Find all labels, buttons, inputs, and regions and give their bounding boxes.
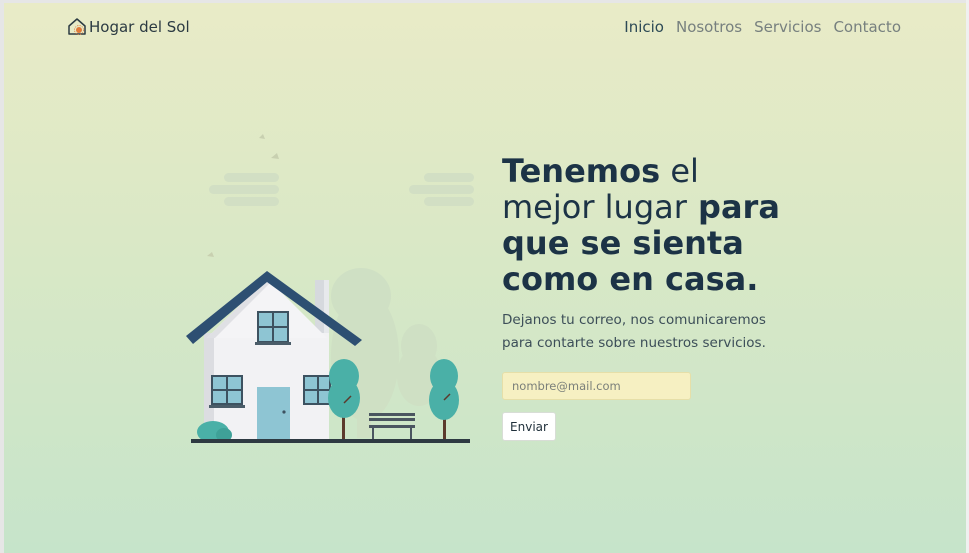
page: Hogar del Sol Inicio Nosotros Servicios … <box>4 3 966 553</box>
nav-item-contacto[interactable]: Contacto <box>833 18 901 36</box>
nav-item-servicios[interactable]: Servicios <box>754 18 821 36</box>
brand-logo[interactable]: Hogar del Sol <box>67 17 190 37</box>
hero-headline: Tenemos el mejor lugar para que se sient… <box>502 152 780 298</box>
nav-item-inicio[interactable]: Inicio <box>624 18 664 36</box>
send-button[interactable]: Enviar <box>502 412 556 441</box>
house-illustration <box>186 134 474 443</box>
house-sun-icon <box>68 18 86 35</box>
hero-subtext: Dejanos tu correo, nos comunicaremos par… <box>502 312 766 351</box>
email-input[interactable] <box>502 372 691 400</box>
main-nav: Inicio Nosotros Servicios Contacto <box>624 18 901 36</box>
nav-item-nosotros[interactable]: Nosotros <box>676 18 742 36</box>
brand-name: Hogar del Sol <box>89 18 190 36</box>
